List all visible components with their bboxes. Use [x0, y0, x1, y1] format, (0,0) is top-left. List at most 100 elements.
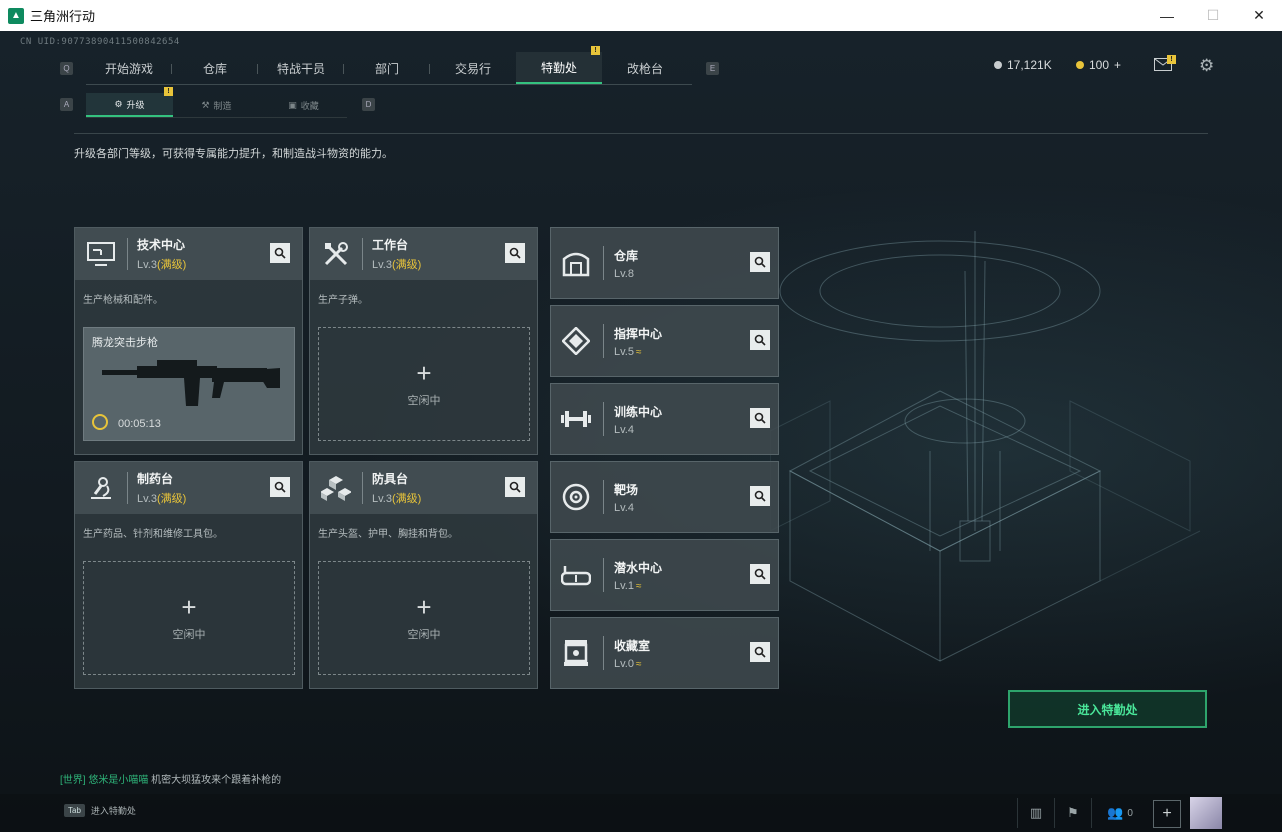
- gold-currency[interactable]: 100 +: [1076, 58, 1121, 72]
- empty-production-slot[interactable]: + 空闲中: [83, 561, 295, 675]
- workshop-level: Lv.3: [372, 493, 392, 505]
- workshop-card-tech-center[interactable]: 技术中心 Lv.3(满级) 生产枪械和配件。 腾龙突击步枪 00:05:13: [74, 227, 303, 455]
- upgrade-available-icon: ≈: [635, 580, 642, 592]
- workshop-card-armor-bench[interactable]: 防具台 Lv.3(满级) 生产头盔、护甲、胸挂和背包。 + 空闲中: [309, 461, 538, 689]
- craft-icon: ⚒: [201, 99, 210, 110]
- slot-status: 空闲中: [172, 629, 206, 641]
- warehouse-icon: [561, 248, 591, 278]
- maximize-button[interactable]: ☐: [1190, 0, 1236, 31]
- facility-card-command-center[interactable]: 指挥中心 Lv.5 ≈: [550, 305, 779, 377]
- chat-line[interactable]: [世界] 悠米是小喵喵 机密大坝猛攻来个跟着补枪的: [60, 771, 281, 786]
- workshop-name: 制药台: [137, 472, 174, 486]
- workshop-description: 生产子弹。: [318, 295, 368, 306]
- window-titlebar: ▲ 三角洲行动 — ☐ ✕: [0, 0, 1282, 31]
- tab-start-game[interactable]: 开始游戏: [86, 52, 172, 84]
- minimize-button[interactable]: —: [1144, 0, 1190, 31]
- slot-status: 空闲中: [407, 395, 441, 407]
- empty-production-slot[interactable]: + 空闲中: [318, 327, 530, 441]
- search-icon[interactable]: [270, 243, 290, 263]
- subnav-key-right: D: [362, 98, 375, 111]
- workshop-name: 技术中心: [137, 238, 186, 252]
- rifle-image: [102, 360, 280, 406]
- chat-message: 机密大坝猛攻来个跟着补枪的: [151, 775, 282, 786]
- tab-operators[interactable]: 特战干员: [258, 52, 344, 84]
- workshop-level: Lv.3: [372, 259, 392, 271]
- workshop-level: Lv.3: [137, 493, 157, 505]
- search-icon[interactable]: [750, 252, 770, 272]
- search-icon[interactable]: [750, 330, 770, 350]
- settings-gear-icon[interactable]: ⚙: [1199, 56, 1214, 76]
- search-icon[interactable]: [750, 642, 770, 662]
- tab-label: 交易行: [454, 61, 491, 76]
- search-icon[interactable]: [750, 408, 770, 428]
- facility-name: 训练中心: [614, 404, 663, 419]
- tab-department[interactable]: 部门: [344, 52, 430, 84]
- main-nav: 开始游戏 仓库 特战干员 部门 交易行 特勤处 ! 改枪台: [86, 46, 692, 85]
- silver-amount: 17,121K: [1007, 58, 1052, 72]
- upgrade-available-icon: ≈: [635, 658, 642, 670]
- computer-icon: [85, 238, 117, 270]
- gold-coin-icon: [1076, 61, 1084, 69]
- facility-card-collection-room[interactable]: 收藏室 Lv.0 ≈: [550, 617, 779, 689]
- nav-key-left: Q: [60, 62, 73, 75]
- production-slot[interactable]: 腾龙突击步枪 00:05:13: [83, 327, 295, 441]
- max-level-tag: (满级): [391, 259, 422, 271]
- nav-key-right: E: [706, 62, 719, 75]
- facility-name: 指挥中心: [614, 326, 663, 341]
- empty-production-slot[interactable]: + 空闲中: [318, 561, 530, 675]
- stats-chart-icon[interactable]: ▥: [1017, 798, 1054, 828]
- production-timer: 00:05:13: [118, 418, 161, 430]
- tab-warehouse[interactable]: 仓库: [172, 52, 258, 84]
- facility-level: Lv.5: [614, 345, 634, 358]
- tab-label: 仓库: [202, 61, 227, 76]
- subtab-label: 制造: [213, 100, 232, 111]
- friends-icon: 👥: [1107, 805, 1124, 820]
- subtab-upgrade[interactable]: ⚙ 升级 !: [86, 87, 173, 117]
- bottom-bar: Tab 进入特勤处 ▥ ⚑ 👥 0 + +: [0, 794, 1282, 832]
- tab-gunsmith[interactable]: 改枪台: [602, 52, 688, 84]
- notification-badge: !: [164, 87, 173, 96]
- upgrade-available-icon: ≈: [635, 346, 642, 358]
- search-icon[interactable]: [750, 486, 770, 506]
- tab-key-label: 进入特勤处: [90, 806, 136, 816]
- search-icon[interactable]: [505, 243, 525, 263]
- workshop-name: 工作台: [372, 238, 409, 252]
- avatar[interactable]: [1190, 797, 1222, 829]
- tab-key: Tab: [64, 804, 85, 817]
- tab-key-hint[interactable]: Tab 进入特勤处: [64, 804, 136, 817]
- notification-badge: !: [591, 46, 600, 55]
- command-emblem-icon: [561, 326, 591, 356]
- search-icon[interactable]: [270, 477, 290, 497]
- search-icon[interactable]: [750, 564, 770, 584]
- facility-card-shooting-range[interactable]: 靶场 Lv.4: [550, 461, 779, 533]
- friends-count: 0: [1127, 807, 1133, 819]
- subtab-craft[interactable]: ⚒ 制造: [173, 93, 260, 117]
- facility-level: Lv.1: [614, 579, 634, 592]
- workshop-name: 防具台: [372, 472, 409, 486]
- chat-channel: [世界]: [60, 775, 86, 786]
- plus-icon: +: [416, 358, 432, 388]
- facility-card-diving-center[interactable]: 潜水中心 Lv.1 ≈: [550, 539, 779, 611]
- workshop-card-workbench[interactable]: 工作台 Lv.3(满级) 生产子弹。 + 空闲中: [309, 227, 538, 455]
- tab-special-ops[interactable]: 特勤处 !: [516, 46, 602, 84]
- timer-clock-icon: [92, 414, 108, 430]
- enter-special-ops-button[interactable]: 进入特勤处: [1008, 690, 1207, 728]
- flag-icon[interactable]: ⚑: [1054, 798, 1091, 828]
- subtab-collection[interactable]: ▣ 收藏: [260, 93, 347, 117]
- divider: [74, 133, 1208, 134]
- diving-mask-icon: [561, 560, 591, 590]
- collection-icon: ▣: [288, 99, 297, 110]
- tab-trading[interactable]: 交易行: [430, 52, 516, 84]
- workshop-card-pharmacy[interactable]: 制药台 Lv.3(满级) 生产药品、针剂和维修工具包。 + 空闲中: [74, 461, 303, 689]
- facility-card-warehouse[interactable]: 仓库 Lv.8: [550, 227, 779, 299]
- dumbbell-icon: [561, 404, 591, 434]
- silver-currency: 17,121K: [994, 58, 1052, 72]
- search-icon[interactable]: [505, 477, 525, 497]
- close-button[interactable]: ✕: [1236, 0, 1282, 31]
- gold-add-button[interactable]: +: [1114, 58, 1121, 72]
- gold-amount: 100: [1089, 58, 1110, 72]
- friends-button[interactable]: 👥 0: [1091, 798, 1148, 828]
- party-slot-add-button[interactable]: +: [1153, 800, 1181, 828]
- page-description: 升级各部门等级，可获得专属能力提升，和制造战斗物资的能力。: [74, 148, 393, 160]
- facility-card-training-center[interactable]: 训练中心 Lv.4: [550, 383, 779, 455]
